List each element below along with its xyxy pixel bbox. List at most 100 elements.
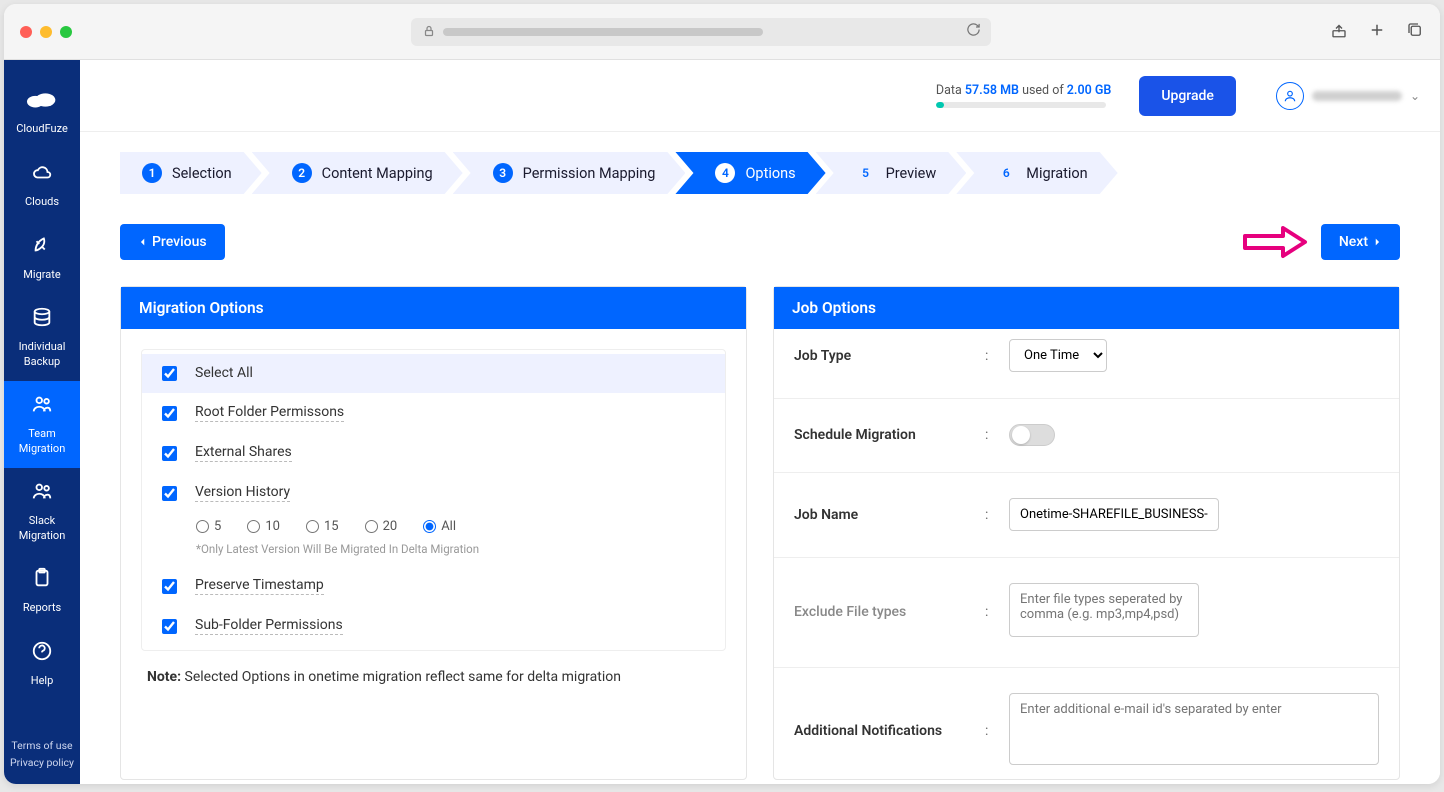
url-text-redacted [443, 28, 763, 36]
option-version-history: Version History [142, 473, 725, 513]
database-icon [31, 306, 53, 334]
step-label: Content Mapping [322, 165, 433, 182]
version-history-checkbox[interactable] [162, 486, 177, 501]
job-type-select[interactable]: One Time [1009, 339, 1107, 372]
sidebar-label: Team Migration [8, 427, 76, 456]
window-maximize-button[interactable] [60, 26, 72, 38]
sidebar-item-reports[interactable]: Reports [4, 555, 80, 628]
previous-button[interactable]: Previous [120, 224, 225, 260]
sidebar-label: Help [31, 674, 54, 688]
usage-prefix: Data [936, 83, 965, 98]
version-5-radio[interactable] [196, 520, 209, 533]
sidebar-label: Reports [23, 601, 61, 615]
version-note: *Only Latest Version Will Be Migrated In… [142, 536, 725, 566]
option-select-all: Select All [142, 354, 725, 393]
sidebar: CloudFuze Clouds Migrate Individual Back… [4, 60, 80, 784]
sidebar-item-clouds[interactable]: Clouds [4, 149, 80, 222]
sidebar-item-help[interactable]: Help [4, 628, 80, 701]
select-all-label: Select All [195, 365, 253, 382]
help-icon [31, 640, 53, 668]
sidebar-label: Migrate [23, 268, 60, 282]
sidebar-label: Individual Backup [8, 340, 76, 369]
option-label: Sub-Folder Permissions [195, 617, 343, 635]
version-all-radio[interactable] [423, 520, 436, 533]
option-preserve-timestamp: Preserve Timestamp [142, 566, 725, 606]
version-15-radio[interactable] [306, 520, 319, 533]
rocket-icon [31, 233, 53, 261]
brand-label: CloudFuze [16, 122, 68, 136]
share-icon[interactable] [1330, 21, 1348, 43]
step-label: Selection [172, 165, 232, 182]
root-folder-checkbox[interactable] [162, 406, 177, 421]
user-name-redacted [1312, 91, 1402, 101]
team-icon [31, 393, 53, 421]
chevron-down-icon: ⌄ [1410, 89, 1420, 103]
preserve-timestamp-checkbox[interactable] [162, 579, 177, 594]
version-10-radio[interactable] [247, 520, 260, 533]
notifications-label: Additional Notifications [794, 723, 985, 739]
option-subfolder-permissions: Sub-Folder Permissions [142, 606, 725, 646]
sidebar-label: Clouds [25, 195, 59, 209]
step-label: Permission Mapping [523, 165, 656, 182]
refresh-icon[interactable] [966, 22, 981, 41]
job-name-input[interactable] [1009, 498, 1219, 531]
step-label: Preview [886, 165, 937, 182]
version-history-radios: 5 10 15 20 All [142, 513, 725, 536]
new-tab-icon[interactable] [1368, 21, 1386, 43]
team-icon [31, 480, 53, 508]
highlight-arrow-icon [1243, 224, 1309, 260]
sidebar-item-team-migration[interactable]: Team Migration [4, 381, 80, 468]
migration-options-note: Note: Selected Options in onetime migrat… [141, 651, 726, 689]
stepper: 1Selection 2Content Mapping 3Permission … [120, 152, 1400, 194]
option-label: Version History [195, 484, 290, 502]
usage-amount: 57.58 MB [965, 83, 1019, 98]
usage-bar [936, 102, 1106, 108]
browser-chrome [4, 4, 1440, 60]
sidebar-item-individual-backup[interactable]: Individual Backup [4, 294, 80, 381]
sidebar-brand[interactable]: CloudFuze [4, 78, 80, 149]
panel-title: Migration Options [121, 287, 746, 329]
sidebar-item-migrate[interactable]: Migrate [4, 221, 80, 294]
sidebar-label: Slack Migration [8, 514, 76, 543]
tabs-icon[interactable] [1406, 21, 1424, 43]
lock-icon [423, 22, 435, 41]
step-label: Options [745, 165, 795, 182]
step-selection[interactable]: 1Selection [120, 152, 262, 194]
external-shares-checkbox[interactable] [162, 446, 177, 461]
privacy-link[interactable]: Privacy policy [10, 755, 74, 772]
sidebar-item-slack-migration[interactable]: Slack Migration [4, 468, 80, 555]
url-bar[interactable] [411, 18, 991, 46]
option-label: Preserve Timestamp [195, 577, 324, 595]
cloud-icon [31, 161, 53, 189]
job-name-label: Job Name [794, 507, 985, 523]
top-bar: Data 57.58 MB used of 2.00 GB Upgrade ⌄ [80, 60, 1440, 132]
next-button[interactable]: Next [1321, 224, 1400, 260]
version-20-radio[interactable] [365, 520, 378, 533]
terms-link[interactable]: Terms of use [10, 738, 74, 755]
usage-total: 2.00 GB [1067, 83, 1112, 98]
subfolder-permissions-checkbox[interactable] [162, 619, 177, 634]
option-root-folder-permissions: Root Folder Permissons [142, 393, 725, 433]
select-all-checkbox[interactable] [162, 366, 177, 381]
step-preview[interactable]: 5Preview [816, 152, 967, 194]
notifications-input[interactable] [1009, 693, 1379, 765]
schedule-label: Schedule Migration [794, 427, 985, 443]
schedule-toggle[interactable] [1009, 424, 1055, 446]
migration-options-panel: Migration Options Select All Root Folder… [120, 286, 747, 780]
user-menu[interactable]: ⌄ [1276, 82, 1420, 110]
panel-title: Job Options [774, 287, 1399, 329]
upgrade-button[interactable]: Upgrade [1139, 76, 1236, 116]
window-minimize-button[interactable] [40, 26, 52, 38]
brand-logo-icon [25, 90, 59, 116]
exclude-label: Exclude File types [794, 604, 985, 620]
data-usage: Data 57.58 MB used of 2.00 GB [936, 83, 1111, 108]
exclude-file-types-input[interactable] [1009, 583, 1199, 637]
step-permission-mapping[interactable]: 3Permission Mapping [453, 152, 686, 194]
step-migration[interactable]: 6Migration [956, 152, 1117, 194]
step-content-mapping[interactable]: 2Content Mapping [252, 152, 463, 194]
step-options[interactable]: 4Options [675, 152, 825, 194]
avatar-icon [1276, 82, 1304, 110]
job-options-panel: Job Options Job Type : One Time Schedule… [773, 286, 1400, 780]
option-external-shares: External Shares [142, 433, 725, 473]
window-close-button[interactable] [20, 26, 32, 38]
